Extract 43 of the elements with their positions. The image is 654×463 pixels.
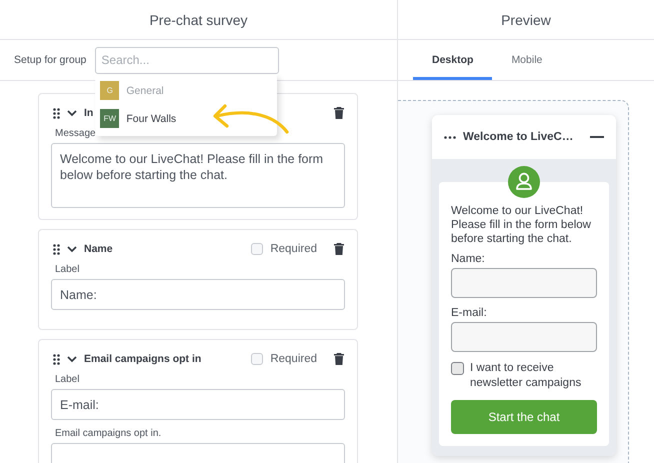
group-label: Setup for group	[14, 54, 86, 66]
chevron-down-icon[interactable]	[67, 246, 77, 252]
chevron-down-icon[interactable]	[67, 356, 77, 362]
group-avatar: G	[100, 81, 120, 100]
search-field[interactable]: Search...	[95, 46, 280, 74]
preview-tab[interactable]: Mobile	[492, 40, 562, 80]
card-title: In	[84, 107, 94, 119]
field-label: E-mail:	[451, 307, 488, 319]
trash-icon[interactable]	[334, 353, 344, 365]
drag-handle-icon[interactable]	[53, 354, 60, 364]
group-avatar: FW	[100, 109, 120, 128]
drag-handle-icon[interactable]	[53, 244, 60, 254]
card-title: Email campaigns opt in	[84, 353, 202, 365]
group-name: General	[126, 84, 164, 96]
chevron-down-icon[interactable]	[67, 110, 77, 116]
required-checkbox[interactable]	[251, 353, 264, 365]
card-title: Name	[84, 243, 113, 255]
input-field[interactable]: Name:	[51, 279, 345, 310]
field-label: Label	[55, 374, 80, 385]
field-label: Label	[55, 264, 80, 275]
welcome-message: Welcome to our LiveChat! Please fill in the form below before starting the chat.	[451, 204, 592, 246]
input-field[interactable]: E-mail:	[51, 389, 345, 420]
message-field[interactable]: Welcome to our LiveChat! Please fill in the form below before starting the chat.	[51, 143, 345, 208]
trash-icon[interactable]	[334, 107, 344, 119]
required-label: Required	[270, 353, 317, 365]
required-checkbox[interactable]	[251, 243, 264, 255]
newsletter-label: I want to receive newsletter campaigns	[470, 361, 582, 391]
input-field[interactable]	[451, 268, 597, 298]
field-label: Message	[55, 128, 97, 139]
required-label: Required	[270, 243, 317, 255]
panel-title: Preview	[398, 0, 654, 40]
panel-title: Pre-chat survey	[0, 0, 397, 40]
input-field[interactable]	[451, 322, 597, 352]
preview-tab[interactable]: Desktop	[413, 40, 492, 80]
field-label: Email campaigns opt in.	[55, 428, 162, 439]
group-name: Four Walls	[126, 112, 176, 124]
drag-handle-icon[interactable]	[53, 108, 60, 118]
field-label: Name:	[451, 253, 486, 265]
chat-title: Welcome to LiveC…	[463, 131, 574, 143]
newsletter-checkbox[interactable]	[451, 362, 464, 375]
group-option[interactable]: FW Four Walls	[95, 104, 278, 132]
trash-icon[interactable]	[334, 243, 344, 255]
more-icon[interactable]	[444, 136, 456, 138]
